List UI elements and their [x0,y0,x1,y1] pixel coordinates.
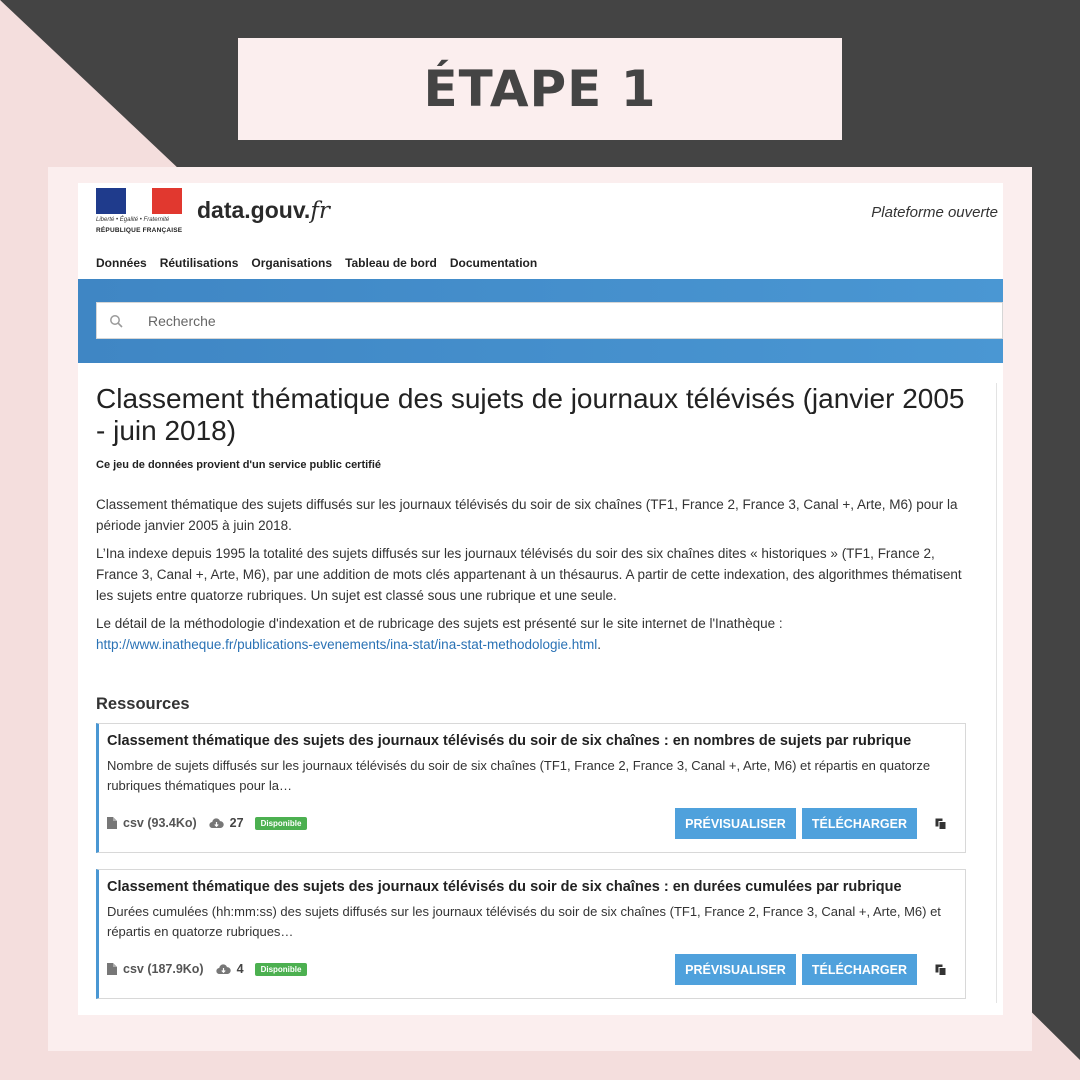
resource-actions: PRÉVISUALISER TÉLÉCHARGER [675,808,951,839]
resources-heading: Ressources [96,695,190,713]
nav-item-tableau-de-bord[interactable]: Tableau de bord [345,256,437,270]
resource-actions: PRÉVISUALISER TÉLÉCHARGER [675,954,951,985]
description-paragraph: Le détail de la méthodologie d'indexatio… [96,613,976,655]
copy-icon[interactable] [931,960,951,980]
dataset-description: Classement thématique des sujets diffusé… [96,494,976,655]
description-paragraph: L’Ina indexe depuis 1995 la totalité des… [96,546,962,603]
resource-downloads: 27 [229,816,244,830]
slide-title: ÉTAPE 1 [423,60,657,118]
tricolor-flag-icon [96,188,182,214]
cloud-download-icon [215,963,231,974]
slide-title-box: ÉTAPE 1 [238,38,842,140]
site-name: data.gouv. [197,197,311,223]
link-suffix: . [597,637,602,652]
search-band [78,279,1003,363]
resource-card[interactable]: Classement thématique des sujets des jou… [96,869,966,999]
file-icon [107,817,117,829]
nav-item-organisations[interactable]: Organisations [251,256,332,270]
republic-name: RÉPUBLIQUE FRANÇAISE [96,227,183,234]
certified-notice: Ce jeu de données provient d'un service … [96,459,382,471]
marianne-logo[interactable]: Liberté • Égalité • Fraternité RÉPUBLIQU… [96,188,182,238]
status-badge: Disponible [254,962,308,976]
resource-meta: csv (187.9Ko) 4 Disponible [107,962,308,976]
preview-button[interactable]: PRÉVISUALISER [675,954,796,985]
search-input[interactable] [148,312,948,329]
description-paragraph: Classement thématique des sujets diffusé… [96,497,958,533]
site-header: Liberté • Égalité • Fraternité RÉPUBLIQU… [78,183,1003,243]
dataset-content: Classement thématique des sujets de jour… [96,383,976,999]
methodology-text: Le détail de la méthodologie d'indexatio… [96,616,783,631]
download-button[interactable]: TÉLÉCHARGER [801,808,917,839]
main-nav: Données Réutilisations Organisations Tab… [96,256,537,270]
resource-meta: csv (93.4Ko) 27 Disponible [107,816,308,830]
resource-description: Durées cumulées (hh:mm:ss) des sujets di… [107,904,941,939]
resource-format: csv (93.4Ko) [123,816,197,830]
browser-screenshot: Liberté • Égalité • Fraternité RÉPUBLIQU… [78,183,1003,1015]
methodology-link[interactable]: http://www.inatheque.fr/publications-eve… [96,637,597,652]
search-bar [96,302,1003,339]
nav-item-documentation[interactable]: Documentation [450,256,537,270]
resource-downloads: 4 [236,962,244,976]
nav-item-donnees[interactable]: Données [96,256,147,270]
site-tld: fr [310,198,330,224]
copy-icon[interactable] [931,814,951,834]
cloud-download-icon [209,817,224,828]
preview-button[interactable]: PRÉVISUALISER [675,808,796,839]
search-icon[interactable] [97,314,135,328]
resource-title[interactable]: Classement thématique des sujets des jou… [107,879,957,895]
download-button[interactable]: TÉLÉCHARGER [801,954,917,985]
file-icon [107,963,117,975]
nav-item-reutilisations[interactable]: Réutilisations [160,256,239,270]
site-logo-text[interactable]: data.gouv.fr [197,197,330,224]
resource-card[interactable]: Classement thématique des sujets des jou… [96,723,966,853]
resource-title[interactable]: Classement thématique des sujets des jou… [107,733,957,749]
dataset-title: Classement thématique des sujets de jour… [96,383,965,446]
republic-motto: Liberté • Égalité • Fraternité [96,217,170,223]
sidebar-edge [996,383,1003,1003]
site-tagline: Plateforme ouverte [871,204,998,221]
resource-format: csv (187.9Ko) [123,962,204,976]
status-badge: Disponible [254,816,308,830]
resource-description: Nombre de sujets diffusés sur les journa… [107,758,931,793]
